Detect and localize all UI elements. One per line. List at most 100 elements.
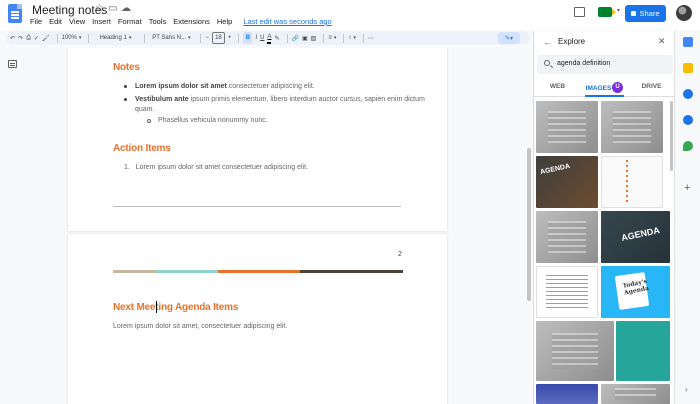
text-color-button[interactable]: A — [267, 32, 272, 44]
notes-bullet-1: Lorem ipsum dolor sit amet consectetuer … — [135, 83, 315, 90]
notes-bullet-2: Vestibulum ante ipsum primis elementum, … — [135, 96, 425, 113]
decorative-color-bar — [156, 270, 218, 273]
decorative-color-bar — [218, 270, 300, 273]
redo-icon[interactable]: ↷ — [18, 32, 23, 44]
highlight-icon[interactable]: ✎ — [274, 32, 279, 44]
docs-logo-icon[interactable] — [8, 4, 22, 23]
notes-sub-bullet: Phasellus vehicula nonummy nunc. — [158, 117, 268, 124]
bold-button[interactable]: B — [243, 32, 253, 44]
google-docs-window: Meeting notes ☆ ▭ ☁ File Edit View Inser… — [0, 0, 700, 404]
image-result[interactable] — [601, 101, 663, 153]
thumb-text: AGENDA — [539, 162, 571, 177]
toolbar-divider — [144, 33, 146, 43]
last-edit-link[interactable]: Last edit was seconds ago — [243, 17, 331, 26]
image-result[interactable] — [601, 156, 663, 208]
explore-search-input[interactable]: agenda definition — [537, 55, 673, 74]
editing-mode-button[interactable]: ✎▾ — [498, 32, 520, 44]
image-result[interactable]: AGENDA — [536, 156, 598, 208]
cloud-status-icon[interactable]: ☁ — [121, 3, 131, 14]
tab-images[interactable]: IMAGES — [581, 79, 628, 97]
toolbar-divider — [238, 33, 240, 43]
more-options-icon[interactable]: ⋯ — [368, 32, 374, 44]
close-icon[interactable]: ✕ — [658, 36, 666, 47]
decorative-color-bar — [300, 270, 403, 273]
toolbar-divider — [343, 33, 345, 43]
line-spacing-icon[interactable]: ↕ — [348, 32, 356, 44]
chevron-right-icon[interactable]: › — [685, 385, 688, 394]
contacts-icon[interactable] — [683, 115, 693, 125]
tab-images-label: IMAGES — [585, 85, 612, 93]
bullet-icon — [124, 98, 127, 101]
tasks-icon[interactable] — [683, 89, 693, 99]
image-result[interactable] — [536, 266, 598, 318]
side-panel-rail: + › — [674, 31, 700, 404]
document-page-1[interactable]: Notes Lorem ipsum dolor sit amet consect… — [68, 48, 447, 231]
font-size-input[interactable]: 18 — [211, 32, 225, 44]
italic-button[interactable]: I — [255, 32, 257, 44]
menu-extensions[interactable]: Extensions — [173, 17, 210, 26]
calendar-icon[interactable] — [683, 37, 693, 47]
decorative-color-bar — [113, 270, 156, 273]
style-select[interactable]: Heading 1 — [93, 32, 137, 44]
font-select[interactable]: PT Sans N... — [149, 32, 193, 44]
menu-view[interactable]: View — [69, 17, 85, 26]
chevron-down-icon[interactable]: ▾ — [617, 7, 620, 14]
zoom-select[interactable]: 100% — [62, 32, 82, 44]
print-icon[interactable]: ⎙ — [26, 32, 31, 44]
tab-drive[interactable]: DRIVE — [628, 79, 674, 96]
explore-title: Explore — [558, 37, 586, 46]
image-result[interactable]: Today's Agenda — [601, 266, 670, 318]
comment-history-icon[interactable] — [574, 7, 585, 17]
toolbar-divider — [323, 33, 325, 43]
menu-insert[interactable]: Insert — [92, 17, 111, 26]
undo-icon[interactable]: ↶ — [10, 32, 15, 44]
menu-file[interactable]: File — [30, 17, 42, 26]
star-icon[interactable]: ☆ — [95, 3, 104, 14]
align-icon[interactable]: ≡ — [328, 32, 336, 44]
image-result[interactable] — [601, 384, 670, 404]
back-arrow-icon[interactable]: ← — [543, 37, 552, 47]
document-outline-icon[interactable] — [8, 60, 17, 68]
meet-icon[interactable] — [598, 7, 616, 17]
add-addon-icon[interactable]: + — [684, 182, 690, 194]
menu-tools[interactable]: Tools — [149, 17, 167, 26]
avatar[interactable] — [676, 5, 692, 21]
title-bar: Meeting notes ☆ ▭ ☁ File Edit View Inser… — [0, 0, 700, 30]
share-button[interactable]: Share — [625, 5, 666, 22]
insert-link-icon[interactable]: 🔗 — [292, 32, 299, 44]
image-result[interactable] — [536, 101, 598, 153]
toolbar-divider — [200, 33, 202, 43]
next-meeting-body: Lorem ipsum dolor sit amet, consectetuer… — [113, 323, 288, 330]
menu-help[interactable]: Help — [217, 17, 232, 26]
spellcheck-icon[interactable]: ✓ — [34, 32, 39, 44]
keep-icon[interactable] — [683, 63, 693, 73]
image-result[interactable] — [536, 321, 614, 381]
image-result[interactable] — [536, 384, 598, 404]
document-page-2[interactable]: 2 Next Meeting Agenda Items Lorem ipsum … — [68, 234, 447, 404]
menu-format[interactable]: Format — [118, 17, 142, 26]
lock-icon — [631, 11, 637, 16]
maps-icon[interactable] — [683, 141, 693, 151]
panel-scrollbar[interactable] — [670, 101, 673, 171]
image-result[interactable]: AGENDA — [601, 211, 670, 263]
image-result[interactable] — [536, 211, 598, 263]
search-query[interactable]: agenda definition — [557, 60, 610, 67]
menu-edit[interactable]: Edit — [49, 17, 62, 26]
explore-tabs: WEB IMAGES DRIVE — [534, 79, 674, 97]
search-icon — [544, 60, 550, 66]
paint-format-icon[interactable]: 🖌 — [42, 32, 50, 44]
next-meeting-heading: Next Meeting Agenda Items — [113, 302, 239, 313]
insert-image-icon[interactable]: ▨ — [311, 32, 317, 44]
add-comment-icon[interactable]: ▣ — [302, 32, 308, 44]
explore-panel: ← Explore ✕ agenda definition WEB IMAGES… — [533, 31, 674, 404]
notes-heading: Notes — [113, 62, 140, 73]
share-label: Share — [639, 9, 660, 18]
tab-web[interactable]: WEB — [534, 79, 581, 96]
horizontal-rule — [113, 206, 401, 207]
increase-font-size-icon[interactable]: + — [228, 32, 232, 44]
underline-button[interactable]: U — [260, 32, 264, 44]
image-result[interactable] — [616, 321, 670, 381]
move-folder-icon[interactable]: ▭ — [108, 3, 117, 14]
decrease-font-size-icon[interactable]: − — [205, 32, 209, 44]
document-scrollbar[interactable] — [527, 148, 531, 301]
